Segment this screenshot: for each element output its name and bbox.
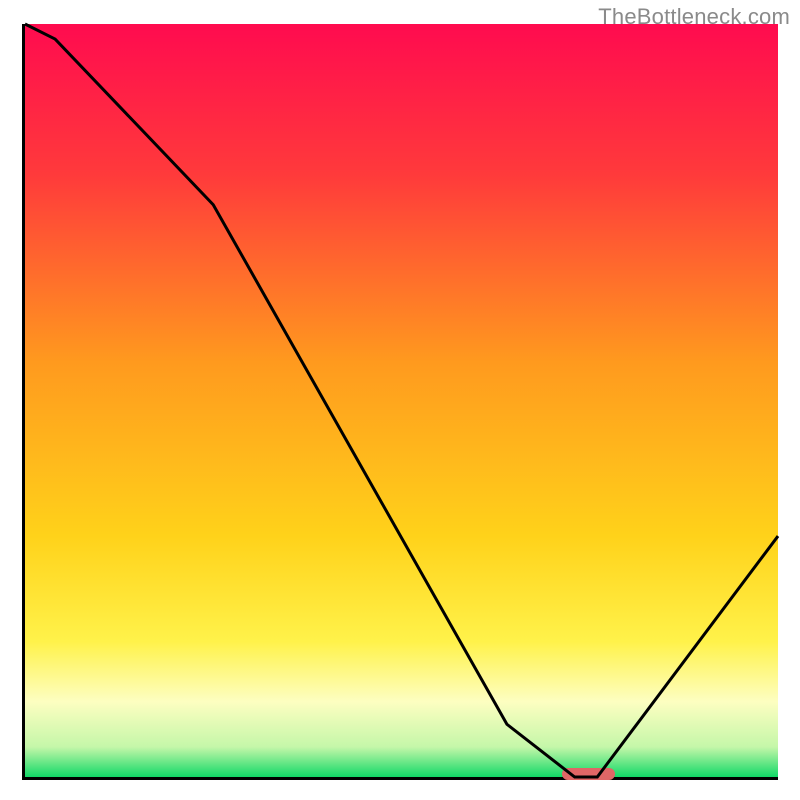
plot-area [22,24,778,780]
bottleneck-curve [25,24,778,777]
chart-container: { "watermark": "TheBottleneck.com", "cha… [0,0,800,800]
